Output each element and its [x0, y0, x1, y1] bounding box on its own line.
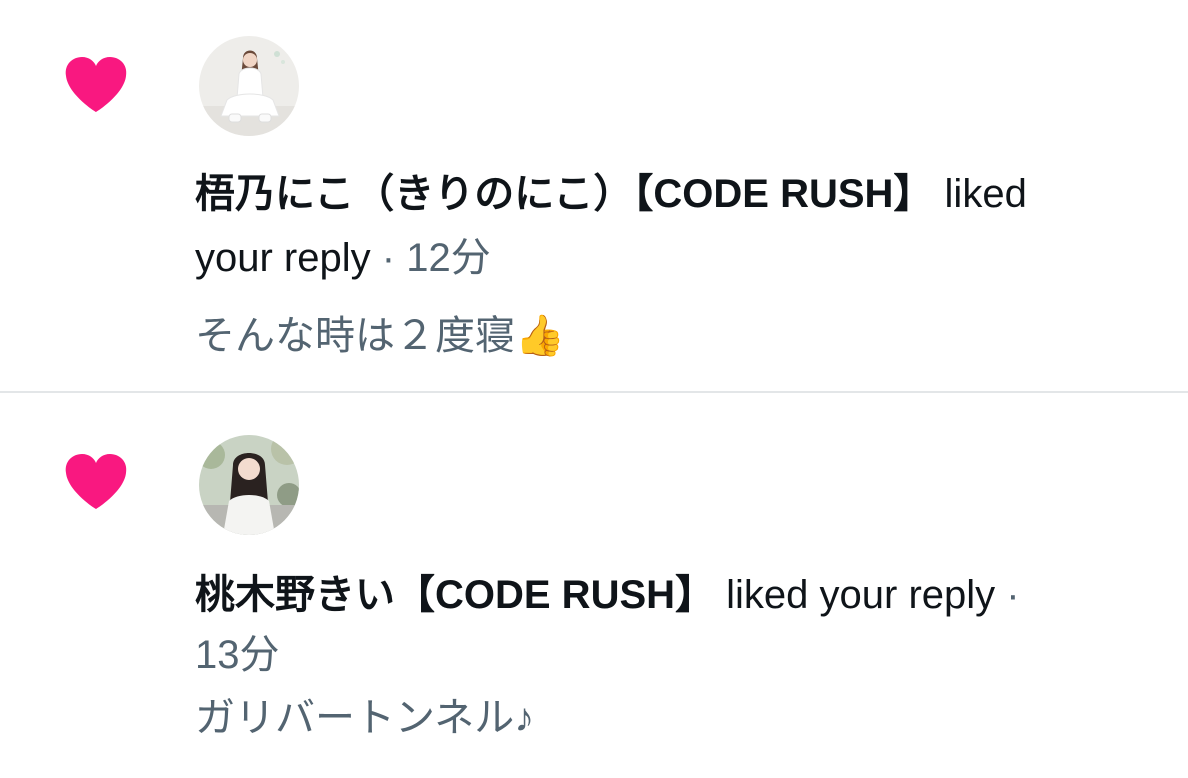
timestamp: 13分: [195, 633, 280, 677]
reply-preview[interactable]: ガリバートンネル♪: [195, 688, 534, 748]
notification-text-line-1: 梧乃にこ（きりのにこ）【CODE RUSH】 liked: [195, 164, 1027, 224]
user-name[interactable]: 梧乃にこ（きりのにこ）【CODE RUSH】: [195, 172, 933, 216]
notification-text-line-2: 13分: [195, 625, 280, 685]
action-text-continued: your reply: [195, 236, 371, 280]
timestamp: 12分: [406, 236, 491, 280]
notification-item[interactable]: 梧乃にこ（きりのにこ）【CODE RUSH】 liked your reply …: [0, 0, 1188, 393]
avatar[interactable]: [199, 36, 299, 136]
heart-icon: [65, 454, 127, 509]
separator: ·: [1006, 573, 1020, 617]
user-name[interactable]: 桃木野きい【CODE RUSH】: [195, 573, 715, 617]
reply-preview[interactable]: そんな時は２度寝👍: [195, 306, 565, 366]
notification-text-line-1: 桃木野きい【CODE RUSH】 liked your reply ·: [195, 565, 1020, 625]
separator: ·: [381, 236, 396, 280]
action-text: liked: [944, 172, 1027, 216]
notification-text-line-2: your reply · 12分: [195, 228, 491, 288]
action-text: liked your reply: [726, 573, 996, 617]
heart-icon: [65, 57, 127, 112]
avatar[interactable]: [199, 435, 299, 535]
notification-item[interactable]: 桃木野きい【CODE RUSH】 liked your reply · 13分 …: [0, 395, 1188, 778]
